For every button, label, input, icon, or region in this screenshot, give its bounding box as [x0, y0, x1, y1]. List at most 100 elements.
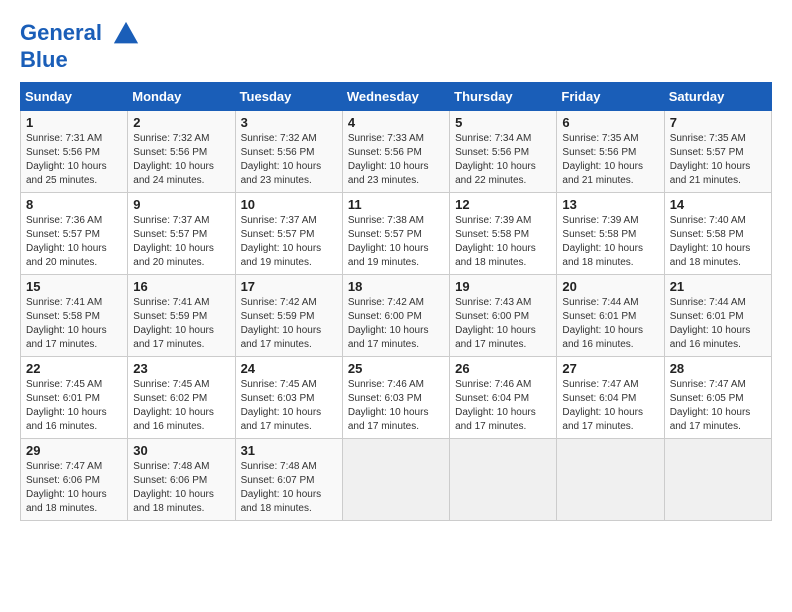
day-number: 21 — [670, 279, 766, 294]
day-info: Sunrise: 7:37 AM Sunset: 5:57 PM Dayligh… — [241, 214, 337, 270]
day-info: Sunrise: 7:40 AM Sunset: 5:58 PM Dayligh… — [670, 214, 766, 270]
calendar-cell: 4Sunrise: 7:33 AM Sunset: 5:56 PM Daylig… — [342, 111, 449, 193]
calendar-cell: 9 Sunrise: 7:37 AM Sunset: 5:57 PM Daylig… — [128, 193, 235, 275]
day-info: Sunrise: 7:45 AM Sunset: 6:03 PM Dayligh… — [241, 378, 337, 434]
day-number: 9 — [133, 197, 229, 212]
day-number: 14 — [670, 197, 766, 212]
calendar-cell: 22 Sunrise: 7:45 AM Sunset: 6:01 PM Dayli… — [21, 357, 128, 439]
day-info: Sunrise: 7:47 AM Sunset: 6:05 PM Dayligh… — [670, 378, 766, 434]
day-number: 26 — [455, 361, 551, 376]
header-day-friday: Friday — [557, 83, 664, 111]
day-number: 25 — [348, 361, 444, 376]
day-info: Sunrise: 7:44 AM Sunset: 6:01 PM Dayligh… — [562, 296, 658, 352]
day-number: 16 — [133, 279, 229, 294]
calendar-week-1: 1 Sunrise: 7:31 AM Sunset: 5:56 PM Daylig… — [21, 111, 772, 193]
day-number: 10 — [241, 197, 337, 212]
day-info: Sunrise: 7:44 AM Sunset: 6:01 PM Dayligh… — [670, 296, 766, 352]
header-row: SundayMondayTuesdayWednesdayThursdayFrid… — [21, 83, 772, 111]
header-day-thursday: Thursday — [450, 83, 557, 111]
calendar-cell: 31 Sunrise: 7:48 AM Sunset: 6:07 PM Dayli… — [235, 439, 342, 521]
header-day-saturday: Saturday — [664, 83, 771, 111]
day-info: Sunrise: 7:34 AM Sunset: 5:56 PM Dayligh… — [455, 132, 551, 188]
calendar-cell: 17 Sunrise: 7:42 AM Sunset: 5:59 PM Dayli… — [235, 275, 342, 357]
day-number: 6 — [562, 115, 658, 130]
logo-text2: Blue — [20, 48, 140, 72]
calendar-cell: 25 Sunrise: 7:46 AM Sunset: 6:03 PM Dayli… — [342, 357, 449, 439]
calendar-cell — [342, 439, 449, 521]
calendar-cell: 13 Sunrise: 7:39 AM Sunset: 5:58 PM Dayli… — [557, 193, 664, 275]
day-number: 27 — [562, 361, 658, 376]
calendar-cell — [557, 439, 664, 521]
header-day-wednesday: Wednesday — [342, 83, 449, 111]
header-day-sunday: Sunday — [21, 83, 128, 111]
day-info: Sunrise: 7:46 AM Sunset: 6:03 PM Dayligh… — [348, 378, 444, 434]
calendar-table: SundayMondayTuesdayWednesdayThursdayFrid… — [20, 82, 772, 521]
day-number: 23 — [133, 361, 229, 376]
header-day-tuesday: Tuesday — [235, 83, 342, 111]
day-info: Sunrise: 7:39 AM Sunset: 5:58 PM Dayligh… — [455, 214, 551, 270]
day-number: 7 — [670, 115, 766, 130]
day-info: Sunrise: 7:43 AM Sunset: 6:00 PM Dayligh… — [455, 296, 551, 352]
day-info: Sunrise: 7:41 AM Sunset: 5:59 PM Dayligh… — [133, 296, 229, 352]
day-number: 4 — [348, 115, 444, 130]
day-number: 24 — [241, 361, 337, 376]
calendar-cell: 21 Sunrise: 7:44 AM Sunset: 6:01 PM Dayli… — [664, 275, 771, 357]
calendar-cell: 29 Sunrise: 7:47 AM Sunset: 6:06 PM Dayli… — [21, 439, 128, 521]
calendar-cell: 16 Sunrise: 7:41 AM Sunset: 5:59 PM Dayli… — [128, 275, 235, 357]
calendar-cell: 18 Sunrise: 7:42 AM Sunset: 6:00 PM Dayli… — [342, 275, 449, 357]
logo: General Blue — [20, 20, 140, 72]
day-number: 2 — [133, 115, 229, 130]
day-number: 29 — [26, 443, 122, 458]
calendar-cell: 30Sunrise: 7:48 AM Sunset: 6:06 PM Dayli… — [128, 439, 235, 521]
day-info: Sunrise: 7:47 AM Sunset: 6:04 PM Dayligh… — [562, 378, 658, 434]
day-number: 22 — [26, 361, 122, 376]
day-number: 8 — [26, 197, 122, 212]
calendar-week-2: 8 Sunrise: 7:36 AM Sunset: 5:57 PM Daylig… — [21, 193, 772, 275]
day-number: 5 — [455, 115, 551, 130]
day-number: 31 — [241, 443, 337, 458]
calendar-cell: 3Sunrise: 7:32 AM Sunset: 5:56 PM Daylig… — [235, 111, 342, 193]
calendar-cell: 26 Sunrise: 7:46 AM Sunset: 6:04 PM Dayli… — [450, 357, 557, 439]
day-info: Sunrise: 7:36 AM Sunset: 5:57 PM Dayligh… — [26, 214, 122, 270]
calendar-cell: 5 Sunrise: 7:34 AM Sunset: 5:56 PM Daylig… — [450, 111, 557, 193]
calendar-week-4: 22 Sunrise: 7:45 AM Sunset: 6:01 PM Dayli… — [21, 357, 772, 439]
calendar-cell: 14 Sunrise: 7:40 AM Sunset: 5:58 PM Dayli… — [664, 193, 771, 275]
day-info: Sunrise: 7:35 AM Sunset: 5:56 PM Dayligh… — [562, 132, 658, 188]
day-number: 17 — [241, 279, 337, 294]
day-info: Sunrise: 7:48 AM Sunset: 6:06 PM Dayligh… — [133, 460, 229, 516]
day-info: Sunrise: 7:41 AM Sunset: 5:58 PM Dayligh… — [26, 296, 122, 352]
calendar-cell: 15 Sunrise: 7:41 AM Sunset: 5:58 PM Dayli… — [21, 275, 128, 357]
day-info: Sunrise: 7:42 AM Sunset: 5:59 PM Dayligh… — [241, 296, 337, 352]
day-info: Sunrise: 7:42 AM Sunset: 6:00 PM Dayligh… — [348, 296, 444, 352]
day-info: Sunrise: 7:38 AM Sunset: 5:57 PM Dayligh… — [348, 214, 444, 270]
day-info: Sunrise: 7:37 AM Sunset: 5:57 PM Dayligh… — [133, 214, 229, 270]
calendar-header: SundayMondayTuesdayWednesdayThursdayFrid… — [21, 83, 772, 111]
calendar-cell: 12 Sunrise: 7:39 AM Sunset: 5:58 PM Dayli… — [450, 193, 557, 275]
day-number: 3 — [241, 115, 337, 130]
day-number: 19 — [455, 279, 551, 294]
calendar-week-5: 29 Sunrise: 7:47 AM Sunset: 6:06 PM Dayli… — [21, 439, 772, 521]
day-number: 28 — [670, 361, 766, 376]
calendar-cell: 10 Sunrise: 7:37 AM Sunset: 5:57 PM Dayli… — [235, 193, 342, 275]
day-number: 15 — [26, 279, 122, 294]
calendar-cell: 7 Sunrise: 7:35 AM Sunset: 5:57 PM Daylig… — [664, 111, 771, 193]
day-number: 12 — [455, 197, 551, 212]
day-info: Sunrise: 7:31 AM Sunset: 5:56 PM Dayligh… — [26, 132, 122, 188]
calendar-cell: 19 Sunrise: 7:43 AM Sunset: 6:00 PM Dayli… — [450, 275, 557, 357]
day-number: 13 — [562, 197, 658, 212]
calendar-body: 1 Sunrise: 7:31 AM Sunset: 5:56 PM Daylig… — [21, 111, 772, 521]
day-info: Sunrise: 7:48 AM Sunset: 6:07 PM Dayligh… — [241, 460, 337, 516]
calendar-cell: 24 Sunrise: 7:45 AM Sunset: 6:03 PM Dayli… — [235, 357, 342, 439]
day-info: Sunrise: 7:47 AM Sunset: 6:06 PM Dayligh… — [26, 460, 122, 516]
day-number: 18 — [348, 279, 444, 294]
day-info: Sunrise: 7:35 AM Sunset: 5:57 PM Dayligh… — [670, 132, 766, 188]
logo-text: General — [20, 20, 140, 48]
day-number: 1 — [26, 115, 122, 130]
calendar-cell — [450, 439, 557, 521]
day-info: Sunrise: 7:39 AM Sunset: 5:58 PM Dayligh… — [562, 214, 658, 270]
calendar-cell: 11Sunrise: 7:38 AM Sunset: 5:57 PM Dayli… — [342, 193, 449, 275]
day-info: Sunrise: 7:45 AM Sunset: 6:01 PM Dayligh… — [26, 378, 122, 434]
day-info: Sunrise: 7:46 AM Sunset: 6:04 PM Dayligh… — [455, 378, 551, 434]
day-info: Sunrise: 7:45 AM Sunset: 6:02 PM Dayligh… — [133, 378, 229, 434]
header-day-monday: Monday — [128, 83, 235, 111]
